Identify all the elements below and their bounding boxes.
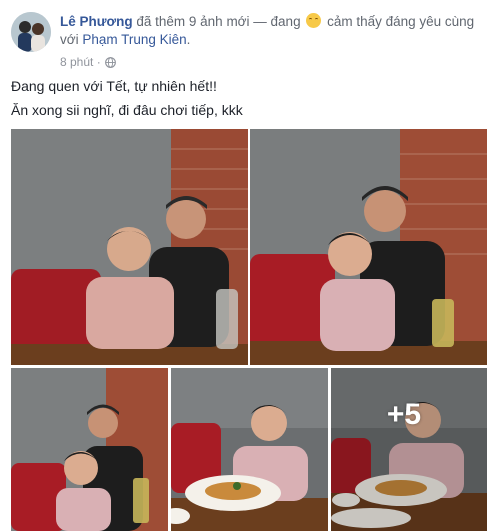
post-text-line: Đang quen với Tết, tự nhiên hết!! xyxy=(11,78,217,94)
post-meta: 8 phút · xyxy=(60,55,116,69)
photo-5[interactable]: +5 xyxy=(331,368,487,531)
post-timestamp[interactable]: 8 phút · xyxy=(60,55,101,69)
avatar[interactable] xyxy=(11,12,51,52)
photo-2[interactable] xyxy=(250,129,487,365)
tagged-user-link[interactable]: Phạm Trung Kiên xyxy=(82,32,186,47)
facebook-post: Lê Phương đã thêm 9 ảnh mới — đang cảm t… xyxy=(0,0,495,531)
smiling-face-icon xyxy=(306,13,322,28)
photo-4[interactable] xyxy=(171,368,328,531)
globe-icon xyxy=(104,56,116,68)
post-text-line: Ăn xong sii nghĩ, đi đâu chơi tiếp, kkk xyxy=(11,102,243,118)
more-photos-overlay[interactable]: +5 xyxy=(331,368,487,531)
photo-3[interactable] xyxy=(11,368,168,531)
post-action-text: đã thêm 9 ảnh mới — đang xyxy=(132,14,305,29)
more-photos-count: +5 xyxy=(386,397,422,431)
post-header: Lê Phương đã thêm 9 ảnh mới — đang cảm t… xyxy=(60,13,485,49)
header-period: . xyxy=(186,32,191,47)
author-name[interactable]: Lê Phương xyxy=(60,14,133,29)
photo-1[interactable] xyxy=(11,129,248,365)
